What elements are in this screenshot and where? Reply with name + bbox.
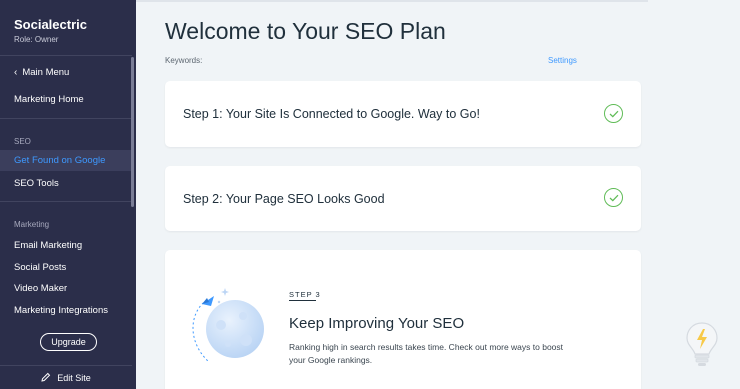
step-1-card[interactable]: Step 1: Your Site Is Connected to Google… [165, 81, 641, 147]
sidebar-item-social-posts[interactable]: Social Posts [14, 262, 66, 273]
step-3-underline [289, 300, 316, 301]
step-3-description: Ranking high in search results takes tim… [289, 342, 564, 365]
keywords-label: Keywords: [165, 56, 203, 65]
rocket-moon-illustration [192, 288, 264, 363]
step-3-card: STEP 3 Keep Improving Your SEO Ranking h… [165, 250, 641, 389]
sidebar-item-video-maker[interactable]: Video Maker [14, 283, 67, 294]
step-2-title: Step 2: Your Page SEO Looks Good [183, 192, 385, 206]
edit-site-button[interactable]: Edit Site [0, 365, 132, 389]
check-icon [604, 188, 623, 207]
step-3-title: Keep Improving Your SEO [289, 315, 465, 332]
step-1-title: Step 1: Your Site Is Connected to Google… [183, 107, 480, 121]
section-label-seo: SEO [14, 137, 31, 146]
sidebar-item-marketing-home[interactable]: Marketing Home [14, 94, 84, 105]
sidebar: Socialectric Role: Owner ‹ Main Menu Mar… [0, 0, 136, 389]
divider [0, 55, 132, 56]
user-role: Role: Owner [14, 35, 59, 44]
sidebar-item-get-found-on-google[interactable]: Get Found on Google [0, 150, 132, 171]
sidebar-item-seo-tools[interactable]: SEO Tools [14, 178, 59, 189]
divider [0, 118, 132, 119]
divider [0, 201, 132, 202]
main-menu-back-button[interactable]: ‹ Main Menu [14, 67, 69, 78]
step-3-label: STEP 3 [289, 290, 321, 299]
section-label-marketing: Marketing [14, 220, 50, 229]
page-title: Welcome to Your SEO Plan [165, 18, 446, 44]
top-divider [136, 0, 648, 2]
sidebar-scrollbar[interactable] [131, 57, 134, 207]
pencil-icon [41, 372, 51, 384]
sidebar-item-email-marketing[interactable]: Email Marketing [14, 240, 82, 251]
edit-site-label: Edit Site [57, 372, 91, 383]
check-icon [604, 104, 623, 123]
site-name: Socialectric [14, 17, 87, 32]
lightbulb-icon[interactable] [682, 319, 722, 369]
main-content: Welcome to Your SEO Plan Keywords: Setti… [136, 0, 740, 389]
upgrade-button[interactable]: Upgrade [40, 333, 97, 351]
sidebar-item-marketing-integrations[interactable]: Marketing Integrations [14, 305, 108, 316]
main-menu-label: Main Menu [22, 67, 70, 78]
settings-link[interactable]: Settings [548, 56, 577, 65]
step-2-card[interactable]: Step 2: Your Page SEO Looks Good [165, 166, 641, 231]
chevron-left-icon: ‹ [14, 67, 18, 78]
